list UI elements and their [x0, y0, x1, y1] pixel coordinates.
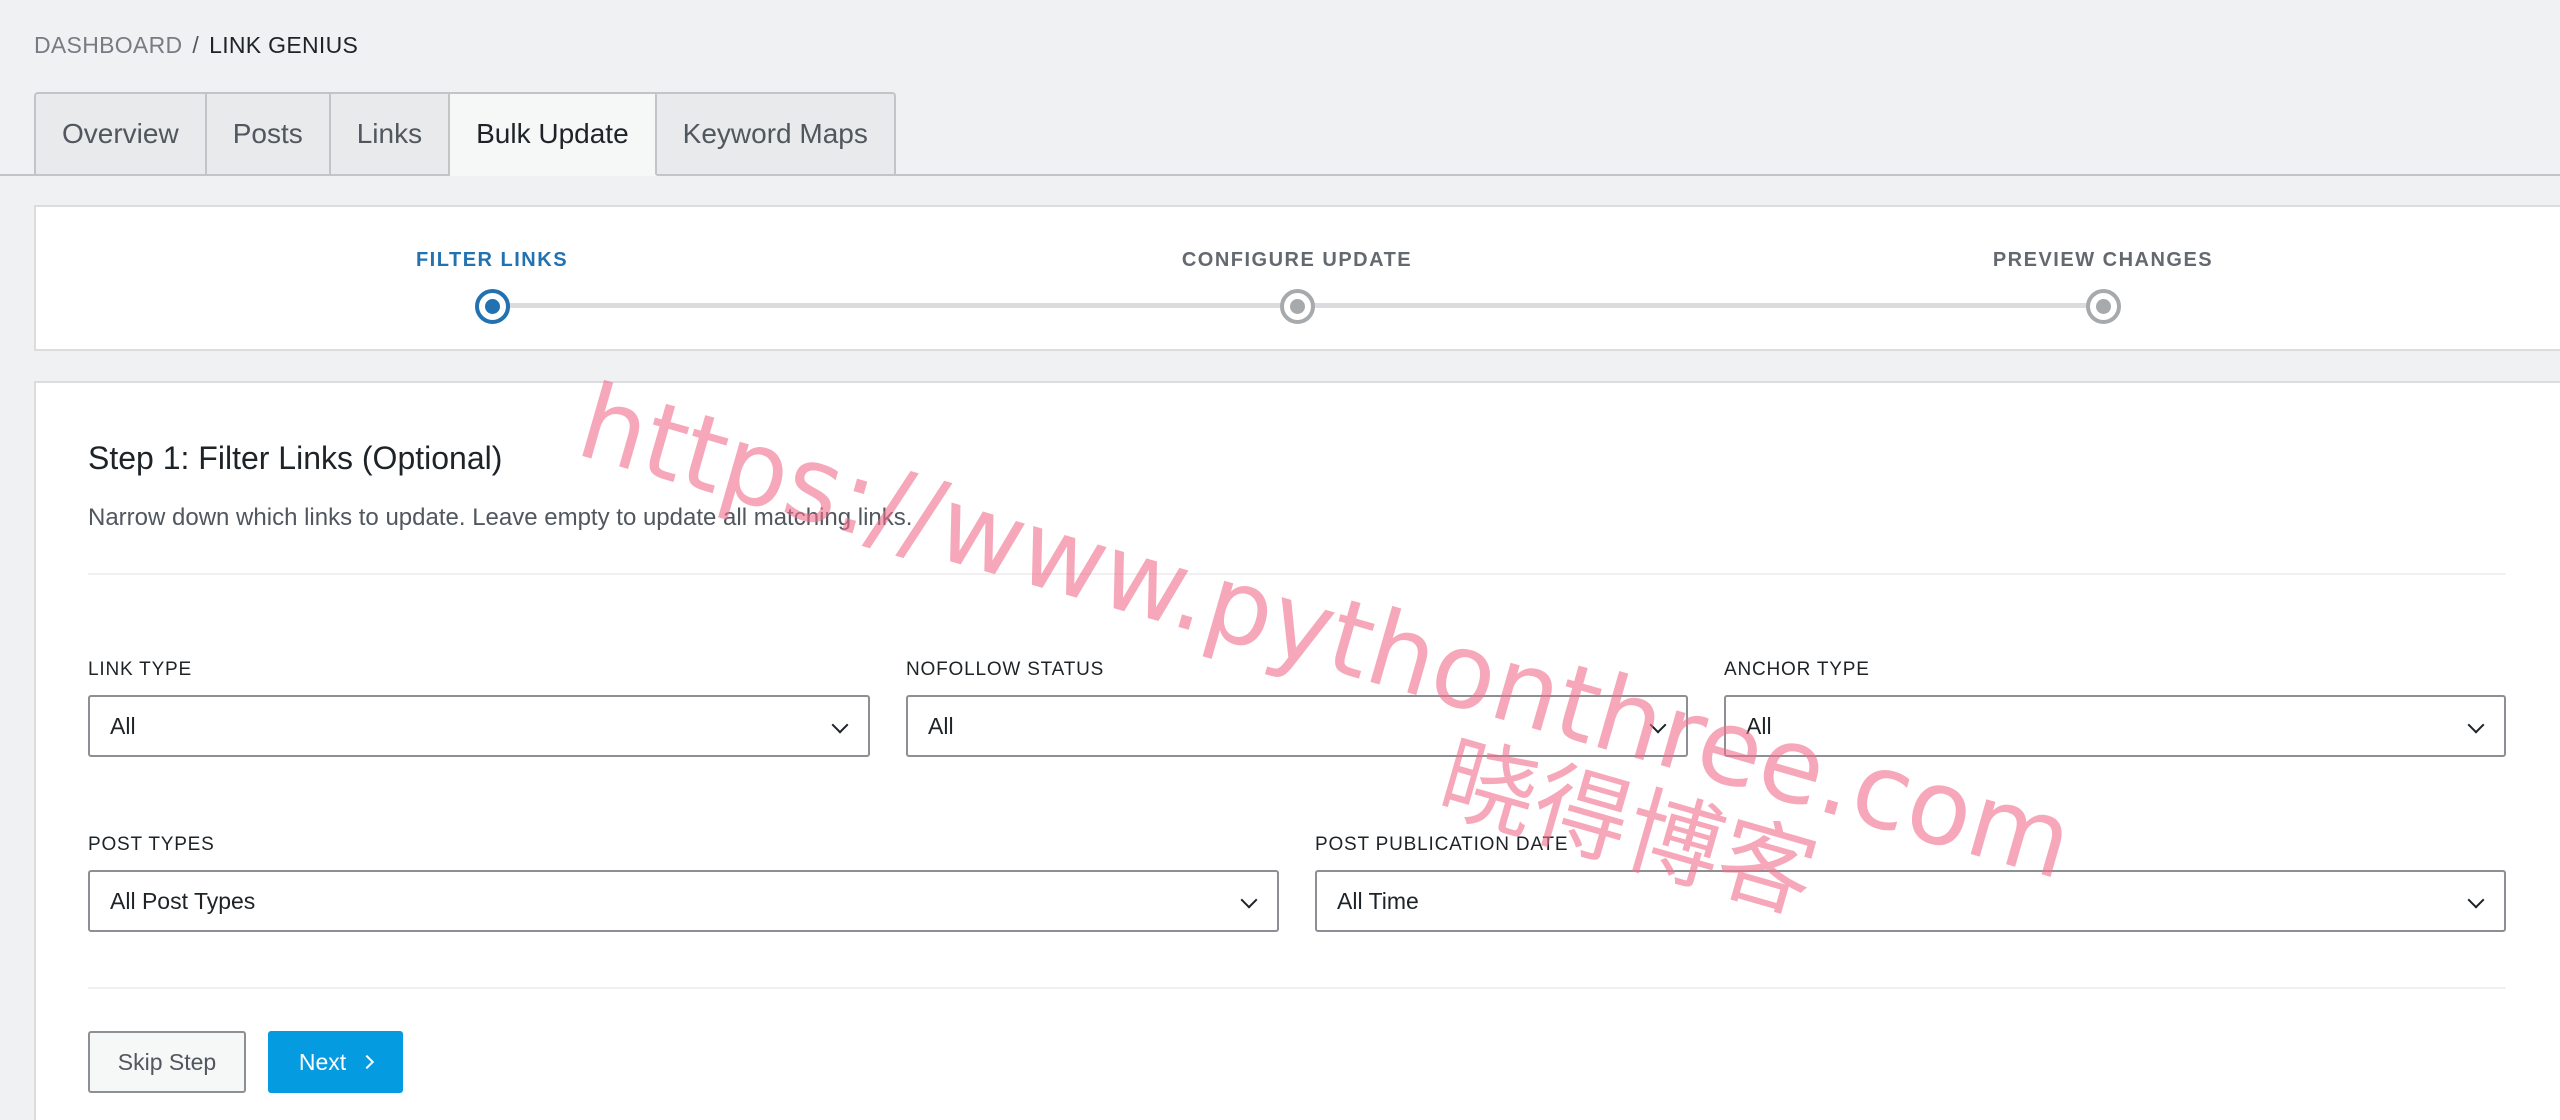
step-filter-links: FILTER LINKS	[292, 249, 692, 324]
nofollow-status-select[interactable]: All	[906, 695, 1688, 757]
filter-links-panel: Step 1: Filter Links (Optional) Narrow d…	[34, 381, 2560, 1120]
post-types-value: All Post Types	[110, 887, 256, 914]
tab-overview[interactable]: Overview	[34, 92, 207, 176]
step-indicator-active	[475, 289, 510, 324]
next-label: Next	[298, 1048, 347, 1075]
tab-bulk-update[interactable]: Bulk Update	[450, 92, 657, 176]
breadcrumb-separator: /	[192, 32, 200, 58]
breadcrumb-current: LINK GENIUS	[209, 32, 359, 58]
nofollow-status-value: All	[928, 712, 954, 739]
stepper-panel: FILTER LINKS CONFIGURE UPDATE PREVIEW CH…	[34, 205, 2560, 351]
divider	[88, 987, 2506, 989]
skip-step-label: Skip Step	[117, 1048, 217, 1075]
tab-links[interactable]: Links	[330, 92, 451, 176]
skip-step-button[interactable]: Skip Step	[88, 1031, 246, 1093]
step-indicator-pending	[2086, 289, 2121, 324]
step-label: CONFIGURE UPDATE	[1181, 249, 1413, 271]
tab-posts[interactable]: Posts	[206, 92, 331, 176]
chevron-down-icon	[2467, 891, 2485, 909]
page-title: Step 1: Filter Links (Optional)	[88, 440, 503, 476]
breadcrumb-dashboard-link[interactable]: DASHBOARD	[34, 32, 182, 58]
post-publication-date-label: POST PUBLICATION DATE	[1315, 834, 1569, 855]
anchor-type-value: All	[1746, 712, 1772, 739]
post-publication-date-value: All Time	[1337, 887, 1419, 914]
nofollow-status-label: NOFOLLOW STATUS	[906, 659, 1105, 680]
breadcrumb: DASHBOARD / LINK GENIUS	[34, 32, 358, 59]
link-type-select[interactable]: All	[88, 695, 870, 757]
step-description: Narrow down which links to update. Leave…	[88, 504, 913, 531]
step-label: PREVIEW CHANGES	[1992, 249, 2214, 271]
anchor-type-select[interactable]: All	[1724, 695, 2506, 757]
step-preview-changes: PREVIEW CHANGES	[1903, 249, 2303, 324]
step-configure-update: CONFIGURE UPDATE	[1097, 249, 1497, 324]
post-types-select[interactable]: All Post Types	[88, 870, 1279, 932]
chevron-right-icon	[360, 1054, 375, 1070]
divider	[88, 573, 2506, 575]
tab-keyword-maps[interactable]: Keyword Maps	[656, 92, 896, 176]
post-publication-date-select[interactable]: All Time	[1315, 870, 2506, 932]
chevron-down-icon	[831, 716, 849, 734]
next-button[interactable]: Next	[268, 1031, 403, 1093]
link-type-value: All	[110, 712, 136, 739]
post-types-label: POST TYPES	[88, 834, 215, 855]
step-label: FILTER LINKS	[415, 249, 569, 271]
chevron-down-icon	[1649, 716, 1667, 734]
link-type-label: LINK TYPE	[88, 659, 192, 680]
chevron-down-icon	[2467, 716, 2485, 734]
chevron-down-icon	[1240, 891, 1258, 909]
tab-bar: Overview Posts Links Bulk Update Keyword…	[34, 92, 896, 176]
anchor-type-label: ANCHOR TYPE	[1724, 659, 1870, 680]
step-indicator-pending	[1280, 289, 1315, 324]
